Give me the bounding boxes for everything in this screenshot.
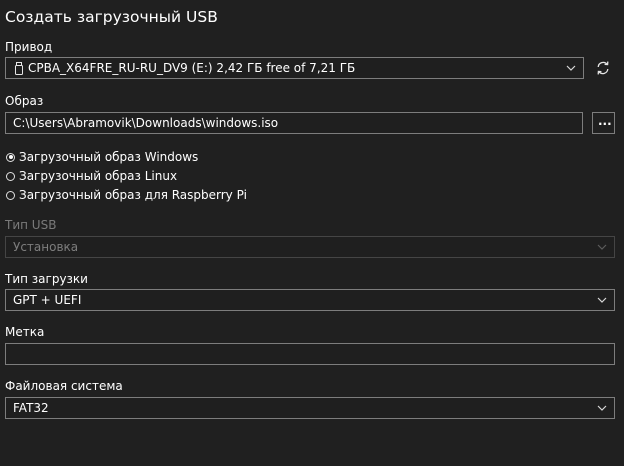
usb-drive-icon — [14, 62, 24, 75]
volume-label-input[interactable] — [5, 343, 615, 365]
refresh-button[interactable] — [591, 57, 615, 79]
radio-button[interactable] — [6, 152, 15, 162]
radio-raspberry-image[interactable]: Загрузочный образ для Raspberry Pi — [6, 187, 247, 203]
boot-type-label: Тип загрузки — [5, 272, 88, 286]
image-label: Образ — [5, 94, 44, 108]
drive-label: Привод — [5, 40, 53, 54]
radio-windows-label: Загрузочный образ Windows — [19, 150, 199, 164]
image-path-value: C:\Users\Abramovik\Downloads\windows.iso — [13, 116, 279, 130]
chevron-down-icon — [596, 242, 608, 252]
radio-button[interactable] — [6, 171, 15, 181]
file-system-value: FAT32 — [13, 401, 49, 415]
radio-linux-image[interactable]: Загрузочный образ Linux — [6, 168, 177, 184]
radio-linux-label: Загрузочный образ Linux — [19, 169, 178, 183]
radio-button[interactable] — [6, 190, 15, 200]
image-path-field[interactable]: C:\Users\Abramovik\Downloads\windows.iso — [5, 112, 583, 134]
radio-raspberry-label: Загрузочный образ для Raspberry Pi — [19, 188, 247, 202]
chevron-down-icon — [596, 403, 608, 413]
volume-label-label: Метка — [5, 325, 45, 339]
browse-button[interactable]: ... — [592, 112, 615, 134]
page-title: Создать загрузочный USB — [5, 8, 218, 26]
chevron-down-icon — [596, 295, 608, 305]
drive-select[interactable]: CPBA_X64FRE_RU-RU_DV9 (E:) 2,42 ГБ free … — [5, 57, 584, 79]
boot-type-select[interactable]: GPT + UEFI — [5, 289, 615, 311]
radio-windows-image[interactable]: Загрузочный образ Windows — [6, 149, 198, 165]
file-system-label: Файловая система — [5, 379, 123, 393]
usb-type-value: Установка — [13, 240, 79, 254]
chevron-down-icon — [565, 63, 577, 73]
boot-type-value: GPT + UEFI — [13, 293, 82, 307]
usb-type-select: Установка — [5, 236, 615, 258]
usb-type-label: Тип USB — [5, 218, 57, 232]
file-system-select[interactable]: FAT32 — [5, 397, 615, 419]
drive-select-value: CPBA_X64FRE_RU-RU_DV9 (E:) 2,42 ГБ free … — [28, 61, 356, 75]
refresh-icon — [595, 60, 611, 79]
browse-button-label: ... — [598, 114, 612, 128]
